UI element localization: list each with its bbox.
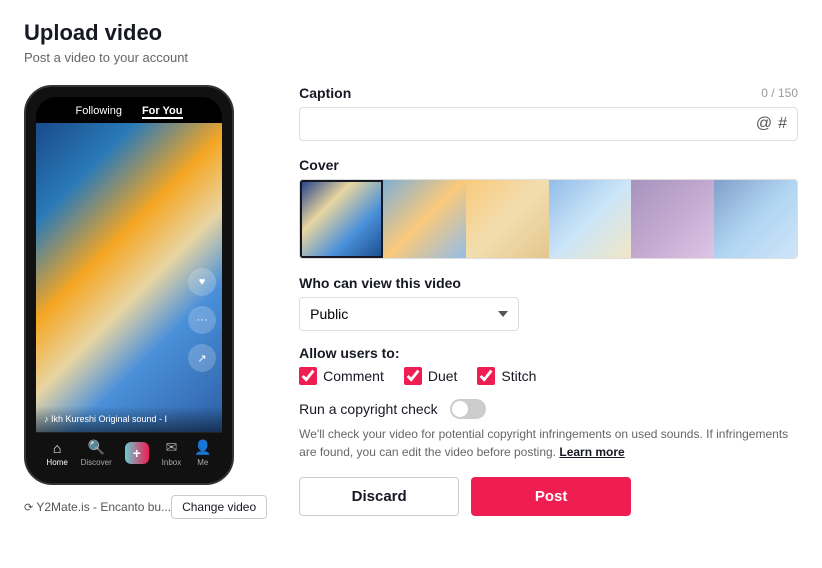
caption-label: Caption bbox=[299, 85, 351, 101]
cover-frame-2[interactable] bbox=[466, 180, 549, 258]
allow-duet[interactable]: Duet bbox=[404, 367, 458, 385]
cover-section: Cover bbox=[299, 157, 798, 259]
video-filename: ⟳ Y2Mate.is - Encanto bu... bbox=[24, 500, 171, 514]
phone-song-info: ♪ Ikh Kureshi Original sound - I bbox=[44, 414, 214, 424]
char-count: 0 / 150 bbox=[761, 86, 798, 100]
caption-icons: @ # bbox=[746, 115, 797, 133]
right-panel: Caption 0 / 150 @ # Cover bbox=[299, 85, 798, 516]
phone-nav-inbox-label: Inbox bbox=[162, 458, 182, 467]
duet-label: Duet bbox=[428, 368, 458, 384]
stitch-checkbox[interactable] bbox=[477, 367, 495, 385]
phone-nav-following: Following bbox=[75, 105, 121, 119]
allow-section: Allow users to: Comment Duet Stitch bbox=[299, 345, 798, 385]
page-subtitle: Post a video to your account bbox=[24, 50, 798, 65]
caption-label-row: Caption 0 / 150 bbox=[299, 85, 798, 101]
phone-share-icon: ↗ bbox=[188, 344, 216, 372]
phone-heart-icon: ♥ bbox=[188, 268, 216, 296]
cover-frame-4[interactable] bbox=[631, 180, 714, 258]
main-layout: Following For You ♥ ··· ↗ ♪ Ikh Kureshi … bbox=[24, 85, 798, 519]
phone-nav-inbox: ✉ Inbox bbox=[162, 439, 182, 467]
comment-label: Comment bbox=[323, 368, 384, 384]
cover-label: Cover bbox=[299, 157, 798, 173]
copyright-description: We'll check your video for potential cop… bbox=[299, 425, 798, 461]
allow-label: Allow users to: bbox=[299, 345, 798, 361]
cover-frame-3[interactable] bbox=[549, 180, 632, 258]
copyright-toggle[interactable] bbox=[450, 399, 486, 419]
who-view-section: Who can view this video Public Friends P… bbox=[299, 275, 798, 331]
discover-icon: 🔍 bbox=[87, 439, 104, 456]
clock-icon: ⟳ bbox=[24, 502, 33, 514]
who-view-dropdown[interactable]: Public Friends Private bbox=[299, 297, 519, 331]
discard-button[interactable]: Discard bbox=[299, 477, 459, 516]
phone-label-row: ⟳ Y2Mate.is - Encanto bu... Change video bbox=[24, 495, 267, 519]
phone-nav-discover: 🔍 Discover bbox=[81, 439, 112, 467]
copyright-label: Run a copyright check bbox=[299, 401, 438, 417]
phone-nav-discover-label: Discover bbox=[81, 458, 112, 467]
allow-stitch[interactable]: Stitch bbox=[477, 367, 536, 385]
cover-frame-5[interactable] bbox=[714, 180, 797, 258]
at-icon[interactable]: @ bbox=[756, 115, 772, 133]
profile-icon: 👤 bbox=[194, 439, 211, 456]
phone-video-area: ♥ ··· ↗ ♪ Ikh Kureshi Original sound - I bbox=[36, 123, 222, 432]
phone-comment-icon: ··· bbox=[188, 306, 216, 334]
caption-input-wrap: @ # bbox=[299, 107, 798, 141]
allow-comment[interactable]: Comment bbox=[299, 367, 384, 385]
cover-frame-1[interactable] bbox=[383, 180, 466, 258]
phone-nav-me: 👤 Me bbox=[194, 439, 211, 467]
action-buttons: Discard Post bbox=[299, 477, 798, 516]
caption-input[interactable] bbox=[300, 108, 746, 140]
phone-nav-home: ⌂ Home bbox=[46, 440, 67, 467]
allow-options: Comment Duet Stitch bbox=[299, 367, 798, 385]
inbox-icon: ✉ bbox=[166, 439, 178, 456]
phone-right-icons: ♥ ··· ↗ bbox=[188, 268, 216, 372]
cover-frame-0[interactable] bbox=[300, 180, 383, 258]
home-icon: ⌂ bbox=[53, 440, 61, 456]
copyright-section: Run a copyright check We'll check your v… bbox=[299, 399, 798, 461]
page-title: Upload video bbox=[24, 20, 798, 46]
stitch-label: Stitch bbox=[501, 368, 536, 384]
phone-nav-me-label: Me bbox=[197, 458, 208, 467]
phone-nav-home-label: Home bbox=[46, 458, 67, 467]
phone-mockup: Following For You ♥ ··· ↗ ♪ Ikh Kureshi … bbox=[24, 85, 234, 485]
phone-column: Following For You ♥ ··· ↗ ♪ Ikh Kureshi … bbox=[24, 85, 267, 519]
cover-strip[interactable] bbox=[299, 179, 798, 259]
post-button[interactable]: Post bbox=[471, 477, 631, 516]
phone-screen: Following For You ♥ ··· ↗ ♪ Ikh Kureshi … bbox=[36, 97, 222, 473]
phone-nav-for-you: For You bbox=[142, 105, 183, 119]
copyright-header: Run a copyright check bbox=[299, 399, 798, 419]
hash-icon[interactable]: # bbox=[778, 115, 787, 133]
phone-nav-add[interactable]: + bbox=[125, 442, 149, 464]
phone-bottom-bar: ⌂ Home 🔍 Discover + ✉ Inbox 👤 Me bbox=[36, 432, 222, 473]
duet-checkbox[interactable] bbox=[404, 367, 422, 385]
phone-top-bar: Following For You bbox=[36, 97, 222, 123]
learn-more-link[interactable]: Learn more bbox=[559, 445, 624, 459]
comment-checkbox[interactable] bbox=[299, 367, 317, 385]
who-view-label: Who can view this video bbox=[299, 275, 798, 291]
phone-video-overlay: ♪ Ikh Kureshi Original sound - I bbox=[36, 406, 222, 432]
change-video-button[interactable]: Change video bbox=[171, 495, 267, 519]
